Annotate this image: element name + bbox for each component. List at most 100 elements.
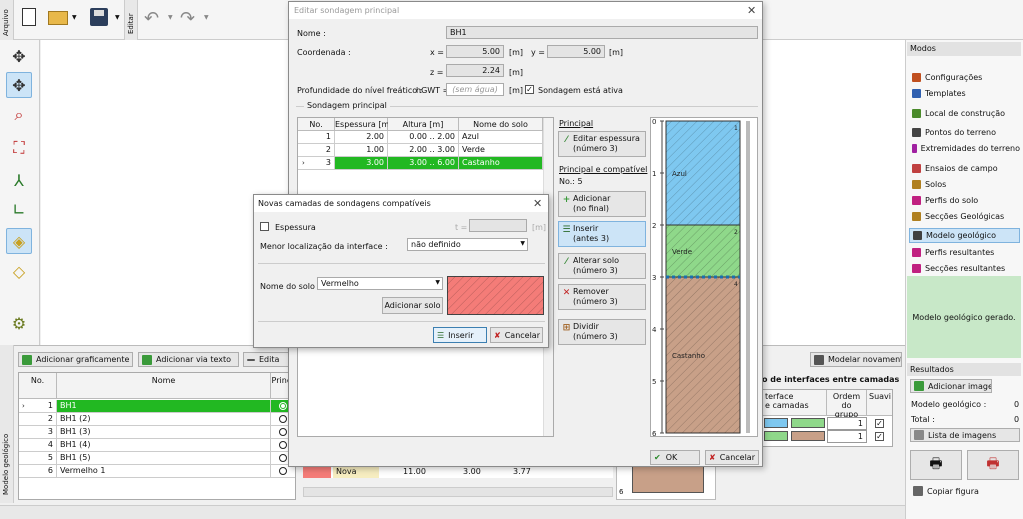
radio-icon[interactable]: [279, 454, 287, 462]
remove-layer-button[interactable]: ✕ Remover (número 3): [558, 284, 646, 310]
mode-item[interactable]: Ensaios de campo: [909, 161, 1020, 176]
undo-icon[interactable]: ↶: [144, 8, 159, 29]
subdialog-cancel-button[interactable]: ✘ Cancelar: [490, 327, 543, 343]
zoom-icon[interactable]: ⌕: [6, 102, 32, 128]
edit-button[interactable]: Edita: [243, 352, 293, 367]
save-icon[interactable]: [90, 8, 108, 26]
split-layer-button[interactable]: ⊞ Dividir (número 3): [558, 319, 646, 345]
ok-button[interactable]: ✔ OK: [650, 450, 700, 465]
row-name[interactable]: BH1 (3): [57, 426, 271, 439]
subdialog-close-icon[interactable]: ✕: [533, 197, 542, 210]
axes-3d-icon[interactable]: ⅄: [6, 167, 32, 193]
fit-icon[interactable]: ⛶: [6, 135, 32, 161]
mode-item[interactable]: Secções resultantes: [909, 261, 1020, 276]
iface-order[interactable]: 1: [827, 430, 867, 443]
move-icon[interactable]: ✥: [6, 43, 32, 69]
mode-item[interactable]: Templates: [909, 86, 1020, 101]
checkbox-icon[interactable]: ✓: [875, 432, 884, 441]
iface-smooth-cell[interactable]: ✓: [867, 430, 892, 443]
layer-thickness[interactable]: 3.00: [335, 157, 388, 170]
add-soil-button[interactable]: Adicionar solo: [382, 297, 443, 314]
layer-soil[interactable]: Azul: [459, 131, 543, 144]
add-image-button[interactable]: Adicionar imagem: [910, 379, 992, 393]
dropdown-arrow-icon[interactable]: ▼: [72, 14, 77, 21]
print-export-button[interactable]: 🖶: [967, 450, 1019, 480]
t-field[interactable]: [469, 219, 527, 232]
row-name[interactable]: BH1 (5): [57, 452, 271, 465]
iface-order[interactable]: 1: [827, 417, 867, 430]
mode-item[interactable]: Local de construção: [909, 106, 1020, 121]
insert-button[interactable]: ☰ Inserir: [433, 327, 487, 343]
mode-item[interactable]: Secções Geológicas: [909, 209, 1020, 224]
name-field[interactable]: BH1: [446, 26, 758, 39]
layer-soil[interactable]: Castanho: [459, 157, 543, 170]
layer-height[interactable]: 0.00 .. 2.00: [388, 131, 459, 144]
hgwt-field[interactable]: (sem água): [446, 83, 504, 96]
axes-2d-icon[interactable]: ∟: [6, 196, 32, 222]
hgwt-unit: [m]: [509, 86, 524, 95]
row-name[interactable]: BH1: [57, 400, 271, 413]
soil-select[interactable]: Vermelho ▼: [317, 277, 443, 290]
dropdown-arrow-icon[interactable]: ▼: [115, 14, 120, 21]
edit-tab[interactable]: Editar: [124, 0, 138, 40]
depth-tick-label: 3: [652, 274, 656, 282]
file-tab[interactable]: Arquivo: [0, 0, 14, 40]
cancel-button[interactable]: ✘ Cancelar: [705, 450, 759, 465]
dropdown-arrow-icon[interactable]: ▼: [204, 14, 209, 21]
layer-height[interactable]: 2.00 .. 3.00: [388, 144, 459, 157]
iface-smooth-cell[interactable]: ✓: [867, 417, 892, 430]
print-button[interactable]: 🖶: [910, 450, 962, 480]
add-graphic-button[interactable]: Adicionar graficamente: [18, 352, 133, 367]
edit-thickness-button[interactable]: ⁄ Editar espessura (número 3): [558, 131, 646, 157]
layer-thickness[interactable]: 1.00: [335, 144, 388, 157]
x-field[interactable]: 5.00: [446, 45, 504, 58]
mode-item[interactable]: Configurações: [909, 70, 1020, 85]
iface-header-1: terface e camadas: [763, 390, 827, 416]
cube-icon[interactable]: ◈: [6, 228, 32, 254]
change-soil-button[interactable]: ⁄ Alterar solo (número 3): [558, 253, 646, 279]
radio-icon[interactable]: [279, 415, 287, 423]
layer-soil[interactable]: Verde: [459, 144, 543, 157]
settings-icon[interactable]: ⚙: [6, 310, 32, 336]
min-loc-select[interactable]: não definido ▼: [407, 238, 528, 251]
mode-item[interactable]: Solos: [909, 177, 1020, 192]
mode-item[interactable]: Perfis resultantes: [909, 245, 1020, 260]
row-name[interactable]: BH1 (2): [57, 413, 271, 426]
y-unit: [m]: [609, 48, 624, 57]
row-name[interactable]: BH1 (4): [57, 439, 271, 452]
hgwt-label: hGWT =: [416, 86, 450, 95]
mode-item[interactable]: Modelo geológico: [909, 228, 1020, 243]
insert-layer-button[interactable]: ☰ Inserir (antes 3): [558, 221, 646, 247]
mode-item[interactable]: Pontos do terreno: [909, 125, 1020, 140]
add-text-button[interactable]: Adicionar via texto: [138, 352, 239, 367]
radio-icon[interactable]: [279, 467, 287, 475]
printer-icon: 🖶: [929, 456, 943, 472]
move-cross-icon[interactable]: ✥: [6, 72, 32, 98]
dialog-close-icon[interactable]: ✕: [747, 4, 756, 17]
image-list-button[interactable]: Lista de imagens: [910, 428, 1020, 442]
radio-icon[interactable]: [279, 428, 287, 436]
checkbox-icon[interactable]: ✓: [875, 419, 884, 428]
mode-item[interactable]: Extremidades do terreno: [909, 141, 1020, 156]
redo-icon[interactable]: ↷: [180, 8, 195, 29]
radio-icon[interactable]: [279, 402, 287, 410]
mode-item[interactable]: Perfis do solo: [909, 193, 1020, 208]
radio-icon[interactable]: [279, 441, 287, 449]
z-field[interactable]: 2.24: [446, 64, 504, 77]
layer-thickness[interactable]: 2.00: [335, 131, 388, 144]
layer-height[interactable]: 3.00 .. 6.00: [388, 157, 459, 170]
y-field[interactable]: 5.00: [547, 45, 605, 58]
bottom-side-tab[interactable]: Modelo geológico: [0, 345, 14, 503]
bottom-scrollbar[interactable]: [303, 487, 613, 497]
dropdown-arrow-icon[interactable]: ▼: [168, 14, 173, 21]
add-layer-button[interactable]: + Adicionar (no final): [558, 191, 646, 217]
cube-outline-icon[interactable]: ◇: [6, 258, 32, 284]
new-file-icon[interactable]: [22, 8, 36, 26]
copy-figure-button[interactable]: Copiar figura: [910, 484, 1020, 498]
remodel-button[interactable]: Modelar novamente: [810, 352, 902, 367]
thickness-checkbox[interactable]: [260, 222, 269, 231]
row-name[interactable]: Vermelho 1: [57, 465, 271, 478]
open-folder-icon[interactable]: [48, 11, 68, 25]
row-no: 5: [33, 452, 57, 465]
active-checkbox[interactable]: ✓: [525, 85, 534, 94]
